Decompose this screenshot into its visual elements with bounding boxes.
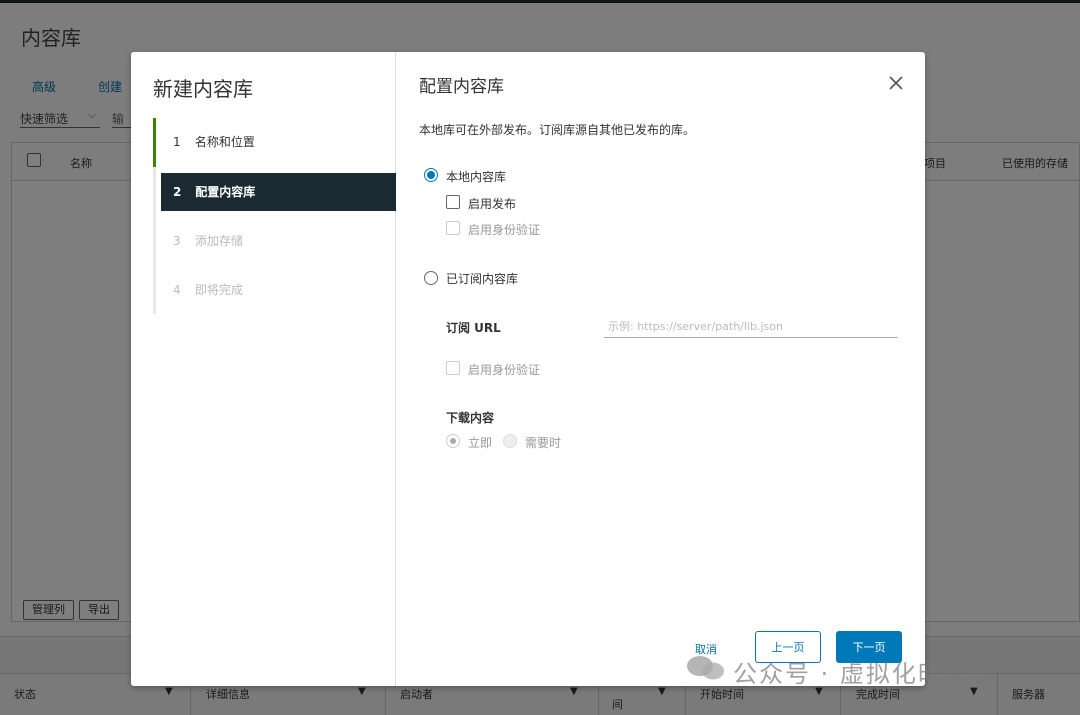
new-library-wizard: 新建内容库 1 名称和位置 2 配置内容库 3 添加存储 4 即将完成 配置内容… bbox=[131, 52, 925, 686]
download-when-needed-label: 需要时 bbox=[525, 436, 562, 450]
local-library-radio[interactable] bbox=[424, 168, 438, 182]
local-library-label[interactable]: 本地内容库 bbox=[446, 168, 506, 185]
step-number: 4 bbox=[173, 283, 181, 297]
step-add-storage: 3 添加存储 bbox=[153, 222, 396, 260]
step-label: 名称和位置 bbox=[194, 135, 255, 149]
subscription-url-input[interactable] bbox=[604, 316, 898, 338]
subscription-url-label: 订阅 URL bbox=[446, 321, 501, 335]
enable-auth-sub-checkbox bbox=[446, 361, 460, 375]
step-name-location[interactable]: 1 名称和位置 bbox=[153, 123, 396, 161]
pane-description: 本地库可在外部发布。订阅库源自其他已发布的库。 bbox=[419, 123, 696, 137]
wechat-icon bbox=[685, 654, 733, 688]
subscribed-library-label[interactable]: 已订阅内容库 bbox=[446, 270, 518, 287]
step-number: 3 bbox=[173, 234, 181, 248]
step-label: 添加存储 bbox=[194, 234, 243, 248]
enable-auth-checkbox bbox=[446, 221, 460, 235]
enable-publish-label[interactable]: 启用发布 bbox=[468, 195, 516, 212]
wizard-steps-panel: 新建内容库 1 名称和位置 2 配置内容库 3 添加存储 4 即将完成 bbox=[131, 52, 396, 686]
step-configure-library[interactable]: 2 配置内容库 bbox=[161, 173, 396, 211]
download-immediately-radio bbox=[446, 434, 460, 448]
wizard-title: 新建内容库 bbox=[153, 77, 253, 101]
enable-auth-sub-label: 启用身份验证 bbox=[468, 363, 541, 377]
close-icon[interactable] bbox=[887, 74, 905, 92]
enable-auth-label: 启用身份验证 bbox=[468, 223, 541, 237]
watermark: 公众号 · 虚拟化时代君 bbox=[685, 654, 996, 689]
download-immediately-label: 立即 bbox=[468, 436, 493, 450]
step-label: 即将完成 bbox=[194, 283, 243, 297]
pane-title: 配置内容库 bbox=[419, 77, 504, 97]
step-number: 2 bbox=[173, 185, 182, 199]
download-content-label: 下载内容 bbox=[446, 411, 495, 425]
download-when-needed-radio bbox=[503, 434, 517, 448]
enable-publish-checkbox[interactable] bbox=[446, 195, 460, 209]
step-label: 配置内容库 bbox=[195, 185, 256, 199]
configure-library-pane: 配置内容库 本地库可在外部发布。订阅库源自其他已发布的库。 本地内容库 启用发布… bbox=[396, 52, 925, 686]
step-number: 1 bbox=[173, 135, 181, 149]
step-ready-to-complete: 4 即将完成 bbox=[153, 271, 396, 309]
watermark-text: 公众号 · 虚拟化时代君 bbox=[733, 660, 996, 688]
subscribed-library-radio[interactable] bbox=[424, 271, 438, 285]
